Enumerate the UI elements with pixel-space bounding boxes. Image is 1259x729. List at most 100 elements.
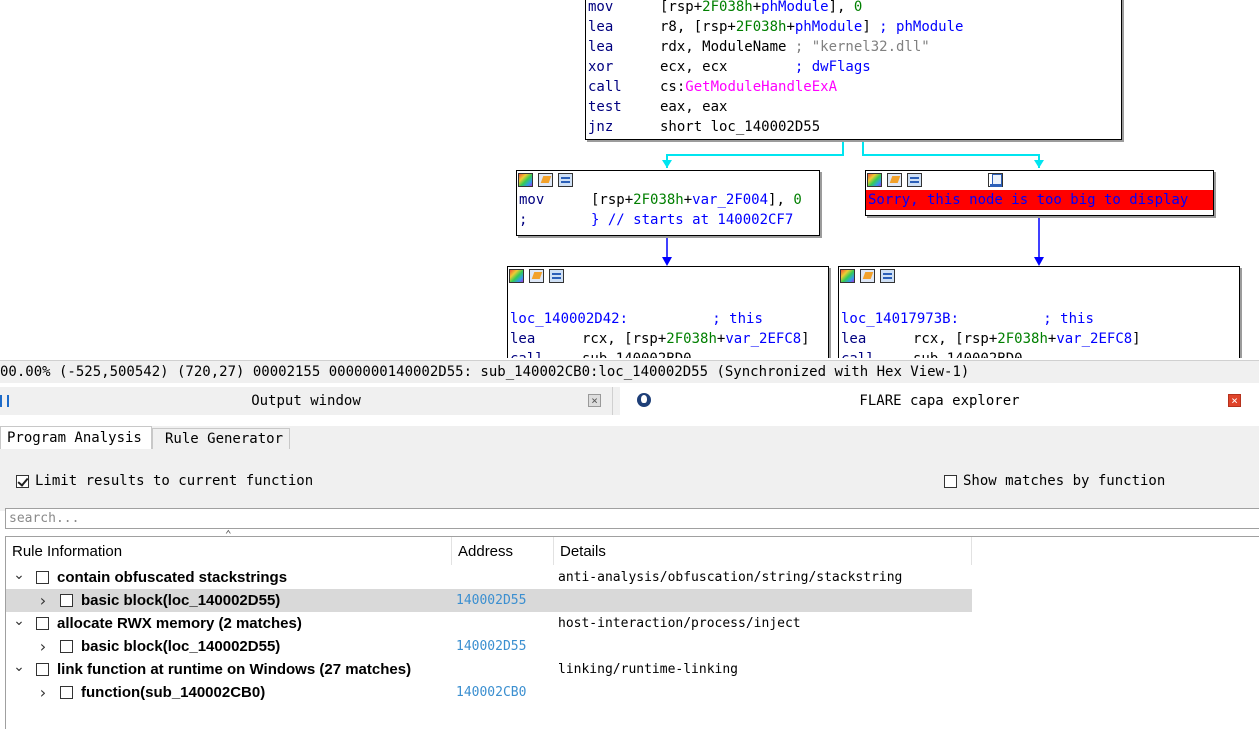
- chevron-right-icon[interactable]: ›: [36, 681, 50, 704]
- asm-operand[interactable]: var_2EFC8: [1056, 331, 1132, 347]
- asm-mnemonic[interactable]: lea: [588, 37, 660, 57]
- column-address[interactable]: Address: [452, 537, 554, 565]
- asm-operand[interactable]: ; phModule: [879, 19, 963, 35]
- top_block-line[interactable]: lea r8, [rsp+2F038h+phModule] ; phModule: [586, 17, 1121, 37]
- chevron-down-icon[interactable]: ⌄: [12, 612, 26, 635]
- asm-mnemonic[interactable]: lea: [510, 329, 582, 349]
- asm-operand[interactable]: ]: [1132, 331, 1140, 347]
- tab-capa-explorer[interactable]: FLARE capa explorer ×: [620, 387, 1259, 415]
- asm-operand[interactable]: } // starts at 140002CF7: [591, 212, 793, 228]
- asm-operand[interactable]: short loc_140002D55: [660, 119, 820, 135]
- asm-operand[interactable]: sub_140002BD0: [582, 351, 692, 358]
- asm-operand[interactable]: ; this: [712, 311, 763, 327]
- tab-output-window[interactable]: Output window ×: [0, 387, 613, 415]
- bottom_left-line[interactable]: loc_140002D42: ; this: [508, 309, 828, 329]
- asm-mnemonic[interactable]: lea: [841, 329, 913, 349]
- bottom_right-line[interactable]: loc_14017973B: ; this: [839, 309, 1239, 329]
- show-matches-option[interactable]: Show matches by function: [944, 473, 1165, 489]
- asm-operand[interactable]: var_2EFC8: [725, 331, 801, 347]
- asm-mnemonic[interactable]: ;: [519, 210, 591, 230]
- asm-operand[interactable]: GetModuleHandleExA: [685, 79, 837, 95]
- close-icon[interactable]: ×: [588, 394, 601, 407]
- asm-operand[interactable]: ]: [801, 331, 809, 347]
- node-color-icon[interactable]: [509, 269, 524, 283]
- asm-mnemonic[interactable]: call: [588, 77, 660, 97]
- node-rename-icon[interactable]: [529, 269, 544, 283]
- bottom_left-line[interactable]: callsub_140002BD0: [508, 349, 828, 358]
- asm-operand[interactable]: ; dwFlags: [795, 59, 871, 75]
- asm-mnemonic[interactable]: test: [588, 97, 660, 117]
- graph-node-right[interactable]: Sorry, this node is too big to display: [865, 170, 1214, 216]
- asm-operand[interactable]: 2F038h: [997, 331, 1048, 347]
- asm-mnemonic[interactable]: xor: [588, 57, 660, 77]
- asm-operand[interactable]: +: [753, 0, 761, 15]
- asm-operand[interactable]: rdx, ModuleName: [660, 39, 795, 55]
- top_block-line[interactable]: jnz short loc_140002D55: [586, 117, 1121, 137]
- left_block-line[interactable]: mov [rsp+2F038h+var_2F004], 0: [517, 190, 819, 210]
- top_block-line[interactable]: test eax, eax: [586, 97, 1121, 117]
- rule-address[interactable]: 140002D55: [456, 635, 526, 658]
- graph-node-top[interactable]: mov [rsp+2F038h+phModule], 0 lea r8, [rsp+2…: [585, 0, 1122, 140]
- asm-operand[interactable]: r8, [rsp+: [660, 19, 736, 35]
- asm-operand[interactable]: loc_140002D42:: [510, 311, 712, 327]
- asm-operand[interactable]: phModule: [795, 19, 862, 35]
- asm-operand[interactable]: var_2F004: [692, 192, 768, 208]
- row-checkbox[interactable]: [60, 686, 73, 699]
- node-group-icon[interactable]: [907, 173, 922, 187]
- tab-rule-generator[interactable]: Rule Generator: [152, 428, 290, 449]
- asm-mnemonic[interactable]: call: [841, 349, 913, 358]
- rule-row[interactable]: ⌄ contain obfuscated stackstrings anti-ana…: [6, 566, 972, 589]
- rule-row[interactable]: ⌄ allocate RWX memory (2 matches) host-int…: [6, 612, 972, 635]
- row-checkbox[interactable]: [36, 617, 49, 630]
- asm-operand[interactable]: 2F038h: [633, 192, 684, 208]
- rule-tree[interactable]: Rule Information ⌃ Address Details ⌄ cont…: [5, 529, 1259, 729]
- rule-address[interactable]: 140002D55: [456, 589, 526, 612]
- asm-operand[interactable]: ecx, ecx: [660, 59, 795, 75]
- row-checkbox[interactable]: [60, 594, 73, 607]
- chevron-down-icon[interactable]: ⌄: [12, 658, 26, 681]
- node-group-icon[interactable]: [558, 173, 573, 187]
- asm-mnemonic[interactable]: lea: [588, 17, 660, 37]
- bottom_right-line[interactable]: callsub_140002BD0: [839, 349, 1239, 358]
- column-details[interactable]: Details: [554, 537, 972, 565]
- top_block-line[interactable]: mov [rsp+2F038h+phModule], 0: [586, 0, 1121, 17]
- row-checkbox[interactable]: [36, 571, 49, 584]
- rule-address[interactable]: 140002CB0: [456, 681, 526, 704]
- match-row[interactable]: › basic block(loc_140002D55) 140002D55: [6, 589, 972, 612]
- asm-operand[interactable]: [rsp+: [591, 192, 633, 208]
- row-checkbox[interactable]: [36, 663, 49, 676]
- show-matches-checkbox[interactable]: [944, 474, 957, 488]
- asm-operand[interactable]: [rsp+: [660, 0, 702, 15]
- row-checkbox[interactable]: [60, 640, 73, 653]
- graph-node-bottom-right[interactable]: loc_14017973B: ; this lea rcx, [rsp+2F038h…: [838, 266, 1240, 358]
- top_block-line[interactable]: xor ecx, ecx ; dwFlags: [586, 57, 1121, 77]
- asm-mnemonic[interactable]: mov: [588, 0, 660, 17]
- asm-mnemonic[interactable]: jnz: [588, 117, 660, 137]
- asm-operand[interactable]: ],: [768, 192, 793, 208]
- node-color-icon[interactable]: [867, 173, 882, 187]
- tab-program-analysis[interactable]: Program Analysis: [0, 426, 152, 450]
- node-group-icon[interactable]: [549, 269, 564, 283]
- bottom_right-line[interactable]: lea rcx, [rsp+2F038h+var_2EFC8]: [839, 329, 1239, 349]
- graph-node-left[interactable]: mov [rsp+2F038h+var_2F004], 0;} // starts…: [516, 170, 820, 236]
- search-input[interactable]: [5, 508, 1259, 529]
- node-rename-icon[interactable]: [538, 173, 553, 187]
- top_block-line[interactable]: call cs:GetModuleHandleExA: [586, 77, 1121, 97]
- node-color-icon[interactable]: [840, 269, 855, 283]
- asm-mnemonic[interactable]: mov: [519, 190, 591, 210]
- rule-row[interactable]: ⌄ link function at runtime on Windows (27…: [6, 658, 972, 681]
- asm-operand[interactable]: rcx, [rsp+: [582, 331, 666, 347]
- asm-operand[interactable]: +: [786, 19, 794, 35]
- asm-operand[interactable]: 0: [793, 192, 801, 208]
- graph-node-bottom-left[interactable]: loc_140002D42: ; this lea rcx, [rsp+2F038h…: [507, 266, 829, 358]
- asm-operand[interactable]: loc_14017973B:: [841, 311, 1043, 327]
- column-rule-information[interactable]: Rule Information: [6, 537, 452, 565]
- asm-operand[interactable]: ]: [862, 19, 879, 35]
- node-color-icon[interactable]: [518, 173, 533, 187]
- chevron-down-icon[interactable]: ⌄: [12, 566, 26, 589]
- asm-operand[interactable]: phModule: [761, 0, 828, 15]
- asm-operand[interactable]: 2F038h: [736, 19, 787, 35]
- asm-mnemonic[interactable]: call: [510, 349, 582, 358]
- top_block-line[interactable]: lea rdx, ModuleName ; "kernel32.dll": [586, 37, 1121, 57]
- limit-results-option[interactable]: Limit results to current function: [16, 473, 313, 489]
